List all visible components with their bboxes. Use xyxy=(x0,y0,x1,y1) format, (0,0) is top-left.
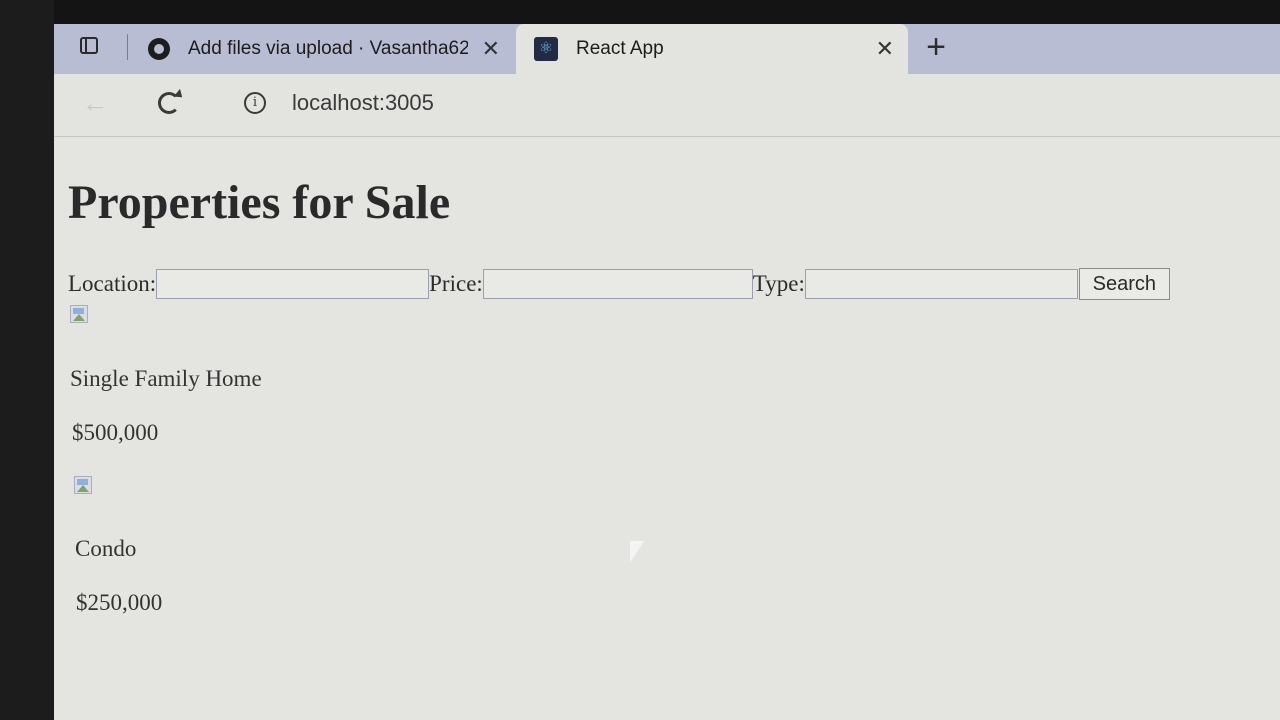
browser-window: Add files via upload · Vasantha62 ✕ ⚛ Re… xyxy=(54,24,1280,720)
type-label: Type: xyxy=(752,271,805,296)
screen-bezel-left xyxy=(0,0,54,720)
screen-bezel-top xyxy=(0,0,1280,24)
type-input[interactable] xyxy=(804,269,1078,299)
page-title: Properties for Sale xyxy=(68,176,451,229)
broken-image-icon xyxy=(70,305,92,325)
price-label: Price: xyxy=(429,271,483,296)
react-icon: ⚛ xyxy=(534,37,558,61)
property-price: $250,000 xyxy=(76,590,163,615)
tab-actions-icon[interactable] xyxy=(80,37,98,54)
tab-separator xyxy=(127,34,128,60)
tab-github-upload[interactable]: Add files via upload · Vasantha62 ✕ xyxy=(142,24,514,74)
broken-image-icon xyxy=(74,476,96,496)
page-content: Properties for Sale Location: Price: Typ… xyxy=(54,137,1280,720)
tab-title: Add files via upload · Vasantha62 xyxy=(188,38,468,59)
reload-icon[interactable] xyxy=(158,92,180,114)
browser-toolbar: ← i localhost:3005 xyxy=(54,74,1280,137)
new-tab-button[interactable]: + xyxy=(918,30,954,66)
back-arrow-icon[interactable]: ← xyxy=(82,88,108,119)
tab-strip: Add files via upload · Vasantha62 ✕ ⚛ Re… xyxy=(54,24,1280,74)
price-input[interactable] xyxy=(482,269,753,299)
github-icon xyxy=(148,38,170,60)
tab-react-app[interactable]: ⚛ React App ✕ xyxy=(516,24,908,74)
property-name: Single Family Home xyxy=(70,366,262,391)
tab-close-icon[interactable]: ✕ xyxy=(468,36,514,62)
mouse-cursor-icon xyxy=(630,541,644,563)
location-input[interactable] xyxy=(156,269,430,299)
address-bar[interactable]: localhost:3005 xyxy=(292,90,434,116)
search-form: Location: Price: Type: Search xyxy=(68,267,1170,301)
site-info-icon[interactable]: i xyxy=(244,92,266,114)
search-button[interactable]: Search xyxy=(1078,268,1170,300)
property-price: $500,000 xyxy=(72,420,159,445)
tab-close-icon[interactable]: ✕ xyxy=(862,36,908,62)
property-name: Condo xyxy=(75,536,137,561)
tab-title: React App xyxy=(576,38,664,59)
location-label: Location: xyxy=(68,271,157,296)
